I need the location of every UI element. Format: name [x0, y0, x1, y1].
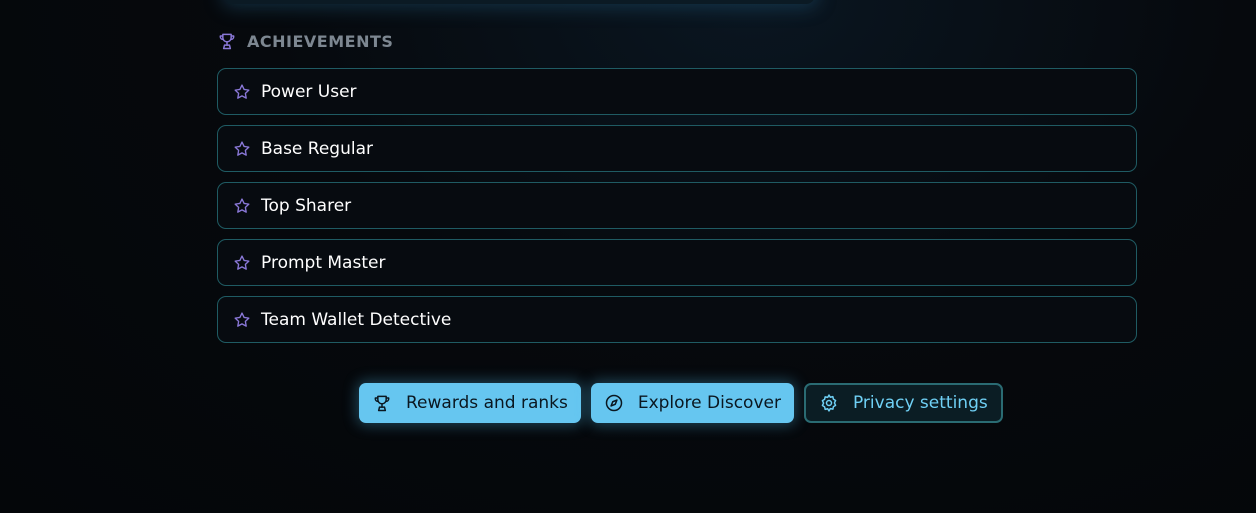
trophy-icon — [217, 31, 237, 51]
achievements-list: Power User Base Regular Top Sharer Promp… — [217, 68, 1137, 353]
privacy-settings-button[interactable]: Privacy settings — [803, 383, 1003, 423]
previous-card-edge — [225, 0, 815, 4]
action-buttons: Rewards and ranks Explore Discover Priva… — [359, 383, 1003, 423]
achievements-header: ACHIEVEMENTS — [217, 30, 393, 52]
achievement-label: Top Sharer — [261, 195, 352, 216]
gear-icon — [819, 393, 839, 413]
achievements-title: ACHIEVEMENTS — [247, 31, 394, 51]
star-icon — [233, 83, 251, 101]
achievement-item-team-wallet-detective[interactable]: Team Wallet Detective — [217, 296, 1137, 343]
achievement-item-prompt-master[interactable]: Prompt Master — [217, 239, 1137, 286]
explore-discover-button[interactable]: Explore Discover — [590, 383, 794, 423]
star-icon — [233, 254, 251, 272]
achievement-item-power-user[interactable]: Power User — [217, 68, 1137, 115]
achievement-label: Prompt Master — [261, 252, 386, 273]
privacy-button-label: Privacy settings — [852, 393, 988, 413]
achievement-label: Power User — [261, 81, 357, 102]
explore-button-label: Explore Discover — [637, 393, 781, 413]
trophy-icon — [372, 393, 392, 413]
achievement-label: Team Wallet Detective — [261, 309, 452, 330]
star-icon — [233, 197, 251, 215]
rewards-button-label: Rewards and ranks — [406, 393, 568, 413]
achievement-item-top-sharer[interactable]: Top Sharer — [217, 182, 1137, 229]
achievement-item-base-regular[interactable]: Base Regular — [217, 125, 1137, 172]
rewards-and-ranks-button[interactable]: Rewards and ranks — [359, 383, 581, 423]
star-icon — [233, 140, 251, 158]
compass-icon — [604, 393, 624, 413]
achievement-label: Base Regular — [261, 138, 374, 159]
star-icon — [233, 311, 251, 329]
